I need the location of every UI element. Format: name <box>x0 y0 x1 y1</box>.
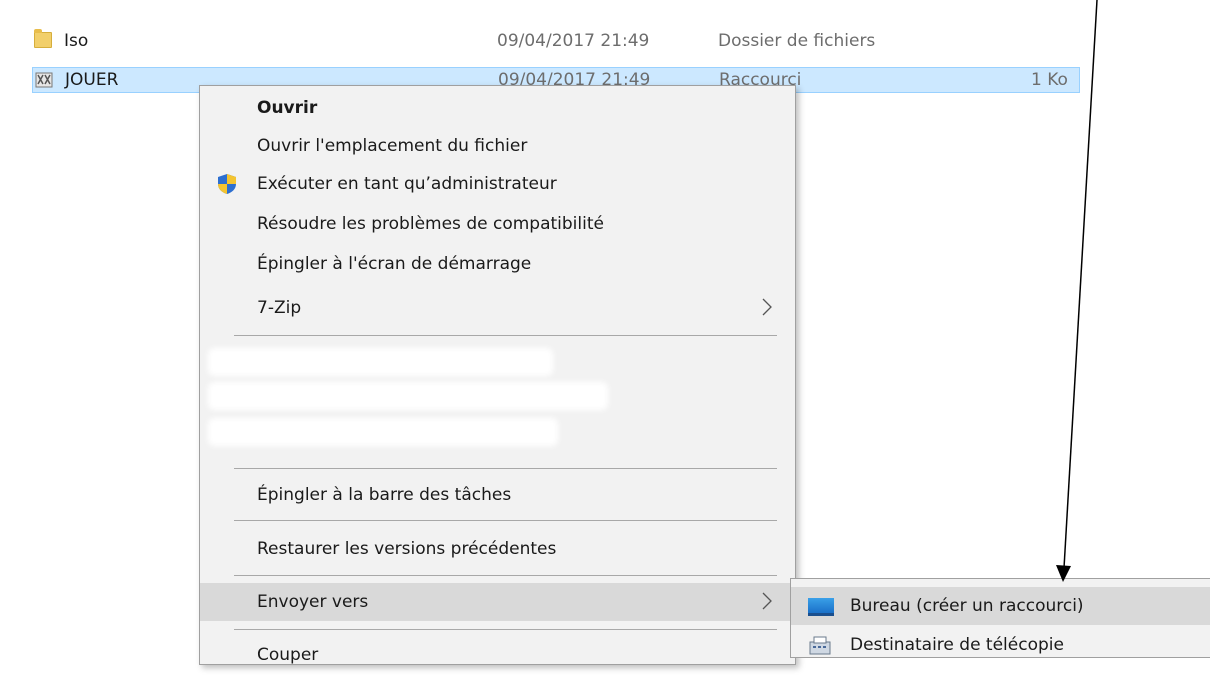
annotation-arrow <box>1056 0 1098 582</box>
